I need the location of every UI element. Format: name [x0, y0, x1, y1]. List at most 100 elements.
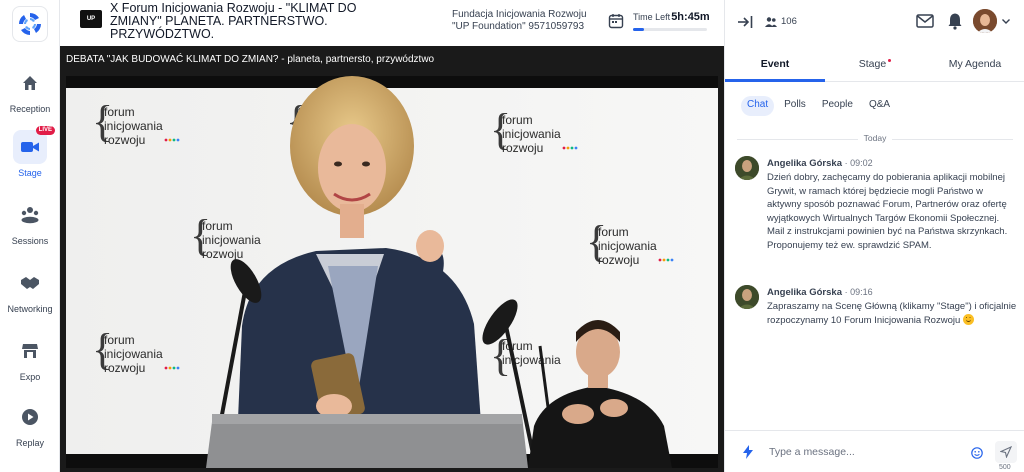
chat-subtabs: Chat Polls People Q&A — [741, 96, 896, 116]
smile-icon — [962, 313, 974, 325]
lightning-icon[interactable] — [743, 445, 753, 459]
send-button[interactable] — [995, 441, 1017, 463]
emoji-icon[interactable] — [971, 447, 983, 459]
chat-message: Angelika Górska · 09:16 Zapraszamy na Sc… — [735, 285, 1019, 345]
handshake-icon — [13, 266, 47, 300]
avatar-image — [735, 285, 759, 309]
tab-label: My Agenda — [948, 58, 1002, 70]
home-icon — [13, 66, 47, 100]
attendee-count: 106 — [781, 16, 797, 27]
subtab-qa[interactable]: Q&A — [863, 96, 896, 116]
tab-label: Event — [760, 58, 790, 70]
sidebar-item-label: Replay — [15, 438, 44, 448]
time-left: Time Left5h:45m — [633, 11, 710, 23]
left-sidebar: Reception LIVE Stage Sessions Networking — [0, 0, 60, 472]
backdrop-line: rozwoju — [104, 133, 145, 147]
sidebar-item-replay[interactable]: Replay — [0, 396, 60, 456]
booth-icon — [13, 334, 47, 368]
tab-my-agenda[interactable]: My Agenda — [925, 46, 1024, 82]
sidebar-item-label: Sessions — [11, 236, 49, 246]
live-badge: LIVE — [35, 126, 55, 135]
video-camera-icon: LIVE — [13, 126, 55, 164]
subtab-people[interactable]: People — [816, 96, 859, 116]
backdrop-line: rozwoju — [104, 361, 145, 375]
time-progress-fill — [633, 28, 645, 31]
chevron-down-icon[interactable] — [1001, 16, 1011, 26]
sidebar-item-stage[interactable]: LIVE Stage — [0, 126, 60, 186]
backdrop-line: rozwoju — [502, 141, 543, 155]
sidebar-item-reception[interactable]: Reception — [0, 62, 60, 122]
backdrop-line: forum — [202, 219, 233, 233]
mail-icon[interactable] — [916, 13, 934, 29]
collapse-panel-icon[interactable] — [737, 14, 753, 30]
backdrop-line: inicjowania — [502, 127, 561, 141]
backdrop-line: rozwoju — [202, 247, 243, 261]
message-input[interactable] — [769, 443, 949, 461]
tab-label: Stage — [858, 58, 887, 70]
message-author: Angelika Górska — [767, 158, 842, 169]
panel-top-bar: 106 — [725, 0, 1024, 46]
people-icon — [765, 17, 777, 27]
sidebar-item-label: Reception — [9, 104, 51, 114]
backdrop-line: rozwoju — [598, 253, 639, 267]
subtab-polls[interactable]: Polls — [778, 96, 812, 116]
tab-event[interactable]: Event — [725, 46, 825, 82]
message-text: Dzień dobry, zachęcamy do pobierania apl… — [767, 172, 1008, 251]
organizer-name: Fundacja Inicjowania Rozwoju "UP Foundat… — [452, 9, 587, 32]
tab-stage[interactable]: Stage — [825, 46, 925, 82]
panel-tabs: Event Stage My Agenda — [725, 46, 1024, 82]
subtab-chat[interactable]: Chat — [741, 96, 775, 116]
backdrop-line: forum — [502, 113, 533, 127]
backdrop-line: inicjowania — [202, 233, 261, 247]
top-bar: UP X Forum Inicjowania Rozwoju - "KLIMAT… — [60, 0, 724, 46]
sidebar-item-sessions[interactable]: Sessions — [0, 194, 60, 254]
backdrop-line: forum — [502, 339, 533, 353]
backdrop-line: forum — [598, 225, 629, 239]
sidebar-item-label: Stage — [18, 168, 42, 178]
backdrop-line: inicjowania — [104, 119, 163, 133]
time-left-label: Time Left — [633, 12, 671, 22]
chat-message: Angelika Górska · 09:02 Dzień dobry, zac… — [735, 156, 1019, 272]
app-logo[interactable] — [12, 6, 48, 42]
stage-area: DEBATA "JAK BUDOWAĆ KLIMAT DO ZMIAN? - p… — [60, 46, 724, 472]
avatar[interactable] — [735, 285, 759, 309]
message-author: Angelika Górska — [767, 287, 842, 298]
sessions-icon — [13, 198, 47, 232]
avatar-image — [735, 156, 759, 180]
session-title: DEBATA "JAK BUDOWAĆ KLIMAT DO ZMIAN? - p… — [66, 54, 435, 65]
sidebar-item-label: Networking — [7, 304, 53, 314]
user-avatar[interactable] — [973, 9, 997, 33]
time-progress-bar — [633, 28, 707, 31]
video-frame: { forum inicjowania rozwoju { forum { fo… — [66, 76, 718, 468]
sidebar-item-expo[interactable]: Expo — [0, 330, 60, 390]
message-time: · 09:02 — [844, 158, 873, 168]
sidebar-item-label: Expo — [19, 372, 41, 382]
message-header: Angelika Górska · 09:02 — [767, 158, 873, 169]
event-logo: UP — [80, 10, 102, 28]
send-icon — [1000, 446, 1012, 458]
video-player[interactable]: { forum inicjowania rozwoju { forum { fo… — [66, 76, 718, 468]
play-circle-icon — [13, 400, 47, 434]
message-header: Angelika Górska · 09:16 — [767, 287, 873, 298]
day-divider-label: Today — [857, 133, 893, 143]
backdrop-line: inicjowania — [104, 347, 163, 361]
sidebar-item-networking[interactable]: Networking — [0, 262, 60, 322]
user-avatar-image — [973, 9, 997, 33]
char-limit: 500 — [999, 464, 1011, 471]
avatar[interactable] — [735, 156, 759, 180]
notification-dot — [888, 58, 892, 62]
event-title: X Forum Inicjowania Rozwoju - "KLIMAT DO… — [110, 1, 357, 41]
message-composer: 500 — [725, 430, 1024, 472]
active-tab-indicator — [725, 79, 825, 82]
bell-icon[interactable] — [947, 12, 963, 30]
message-time: · 09:16 — [844, 287, 873, 297]
app-logo-icon — [19, 13, 41, 35]
backdrop-line: forum — [104, 105, 135, 119]
message-text: Zapraszamy na Scenę Główną (klikamy "Sta… — [767, 301, 1017, 326]
calendar-icon[interactable] — [608, 13, 624, 29]
message-text-wrap: Zapraszamy na Scenę Główną (klikamy "Sta… — [767, 300, 1019, 327]
backdrop-line: inicjowania — [598, 239, 657, 253]
time-left-value: 5h:45m — [671, 11, 710, 23]
day-divider: Today — [737, 133, 1013, 145]
right-panel: 106 Event Stage My Agenda Chat Polls Peo… — [724, 0, 1024, 472]
